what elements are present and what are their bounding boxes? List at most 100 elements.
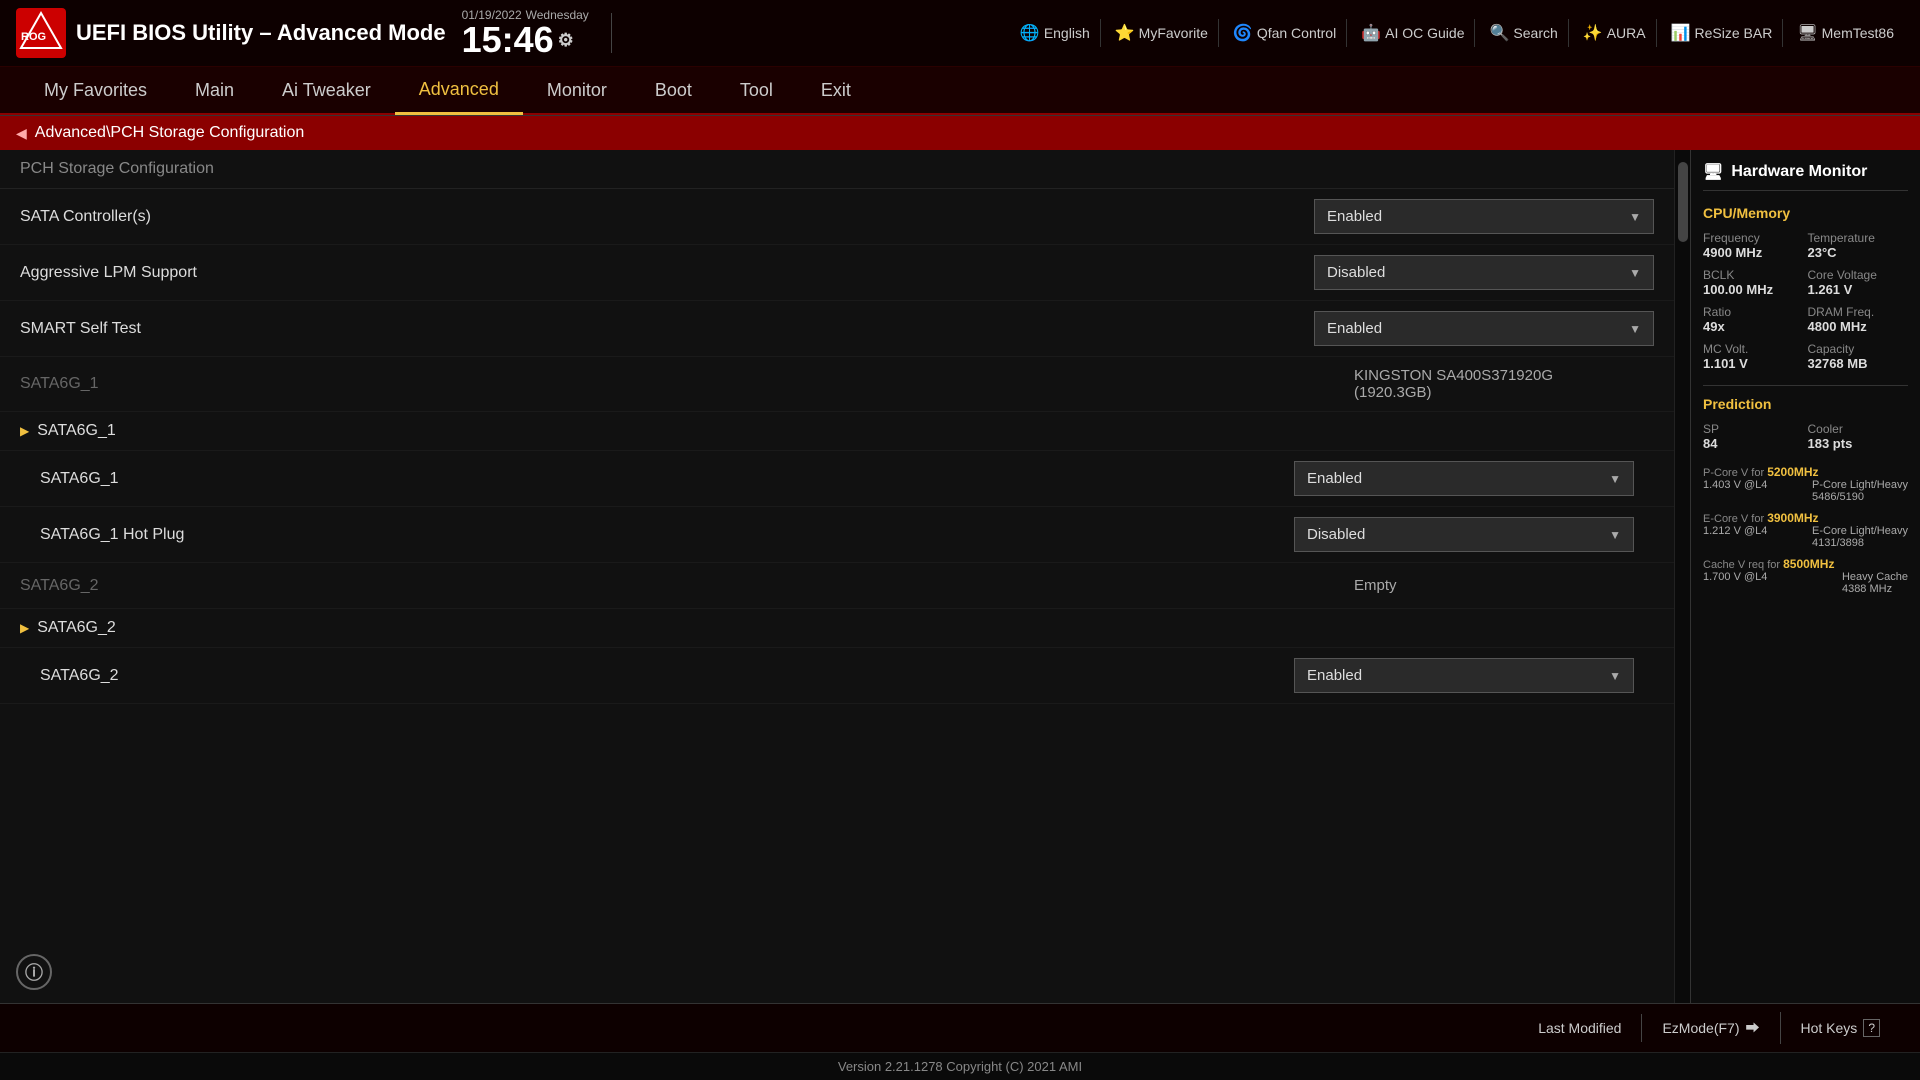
toolbar-resizebar[interactable]: 📊 ReSize BAR (1661, 19, 1784, 47)
group-sata6g1-arrow-icon: ▶ (20, 424, 29, 438)
sata-controllers-label: SATA Controller(s) (20, 208, 1314, 226)
last-modified-btn[interactable]: Last Modified (1518, 1014, 1642, 1042)
dram-freq-label: DRAM Freq. (1808, 305, 1909, 319)
cooler-value: 183 pts (1808, 436, 1909, 451)
section-header: PCH Storage Configuration (0, 150, 1674, 189)
nav-tool[interactable]: Tool (716, 68, 797, 113)
cooler-label: Cooler (1808, 422, 1909, 436)
cache-label: Cache V req for 8500MHz (1703, 557, 1908, 571)
hot-keys-btn[interactable]: Hot Keys ? (1781, 1013, 1901, 1043)
sata6g1-hotplug-dropdown[interactable]: Disabled ▼ (1294, 517, 1634, 552)
bar-icon: 📊 (1671, 23, 1691, 43)
scrollbar-thumb[interactable] (1678, 162, 1688, 242)
toolbar-qfan-label: Qfan Control (1257, 25, 1336, 41)
group-sata6g1-label: SATA6G_1 (37, 422, 116, 440)
ecore-volt: 1.212 V @L4 (1703, 525, 1767, 549)
star-icon: ⭐ (1115, 23, 1135, 43)
ez-mode-btn[interactable]: EzMode(F7) ⮕ (1642, 1012, 1780, 1044)
info-button[interactable]: ⓘ (16, 954, 52, 990)
sata6g1-enable-label: SATA6G_1 (40, 470, 1294, 488)
sata6g2-info-value: Empty (1354, 577, 1654, 594)
pcore-detail-label: P-Core Light/Heavy (1812, 479, 1908, 491)
sata6g2-enable-value: Enabled (1307, 667, 1362, 684)
bclk-value: 100.00 MHz (1703, 282, 1804, 297)
scrollbar[interactable] (1674, 150, 1690, 1004)
pcore-freq: 5200MHz (1767, 465, 1818, 479)
toolbar-aura[interactable]: ✨ AURA (1573, 19, 1657, 47)
cache-freq: 8500MHz (1783, 557, 1834, 571)
main-layout: PCH Storage Configuration SATA Controlle… (0, 150, 1920, 1004)
hw-monitor-panel: 🖥 Hardware Monitor CPU/Memory Frequency … (1690, 150, 1920, 1004)
group-sata6g2[interactable]: ▶ SATA6G_2 (0, 609, 1674, 648)
toolbar-myfavorite[interactable]: ⭐ MyFavorite (1105, 19, 1219, 47)
search-icon: 🔍 (1489, 23, 1509, 43)
sata6g1-enable-dropdown[interactable]: Enabled ▼ (1294, 461, 1634, 496)
cache-detail-label: Heavy Cache (1842, 571, 1908, 583)
sub-setting-sata6g1-enable: SATA6G_1 Enabled ▼ (0, 451, 1674, 507)
monitor-screen-icon: 🖥 (1703, 162, 1723, 182)
smart-label: SMART Self Test (20, 320, 1314, 338)
footer: Last Modified EzMode(F7) ⮕ Hot Keys ? Ve… (0, 1003, 1920, 1080)
footer-bar: Last Modified EzMode(F7) ⮕ Hot Keys ? (0, 1003, 1920, 1052)
sata6g2-enable-dropdown[interactable]: Enabled ▼ (1294, 658, 1634, 693)
smart-arrow-icon: ▼ (1629, 322, 1641, 336)
breadcrumb: ◀ Advanced\PCH Storage Configuration (0, 116, 1920, 150)
capacity-label: Capacity (1808, 342, 1909, 356)
toolbar-aioc[interactable]: 🤖 AI OC Guide (1351, 19, 1475, 47)
bios-time: 15:46 (462, 22, 554, 58)
header-top: ROG UEFI BIOS Utility – Advanced Mode 01… (0, 0, 1920, 67)
sata6g1-info-label: SATA6G_1 (20, 375, 1354, 393)
sata6g1-info-value: KINGSTON SA400S371920G (1920.3GB) (1354, 367, 1654, 401)
toolbar-english-label: English (1044, 25, 1090, 41)
group-sata6g1[interactable]: ▶ SATA6G_1 (0, 412, 1674, 451)
prediction-sp-cooler: SP 84 Cooler 183 pts (1703, 422, 1908, 451)
sata6g1-hotplug-value: Disabled (1307, 526, 1365, 543)
datetime-area: 01/19/2022 Wednesday 15:46 ⚙ (462, 8, 589, 58)
ecore-prediction-row: E-Core V for 3900MHz 1.212 V @L4 E-Core … (1703, 511, 1908, 549)
toolbar-search[interactable]: 🔍 Search (1479, 19, 1568, 47)
sata-controllers-dropdown[interactable]: Enabled ▼ (1314, 199, 1654, 234)
toolbar-english[interactable]: 🌐 English (1010, 19, 1101, 47)
cpu-memory-title: CPU/Memory (1703, 205, 1908, 221)
ecore-detail-label: E-Core Light/Heavy (1812, 525, 1908, 537)
mc-volt-label: MC Volt. (1703, 342, 1804, 356)
nav-myfavorites[interactable]: My Favorites (20, 68, 171, 113)
toolbar-resizebar-label: ReSize BAR (1695, 25, 1773, 41)
setting-row-sata6g2-info: SATA6G_2 Empty (0, 563, 1674, 609)
aggressive-lpm-arrow-icon: ▼ (1629, 266, 1641, 280)
nav-advanced[interactable]: Advanced (395, 67, 523, 115)
aggressive-lpm-dropdown[interactable]: Disabled ▼ (1314, 255, 1654, 290)
temperature-value: 23°C (1808, 245, 1909, 260)
toolbar-qfan[interactable]: 🌀 Qfan Control (1223, 19, 1347, 47)
monitor-icon: 🖥 (1797, 23, 1817, 43)
hw-divider (1703, 385, 1908, 386)
settings-icon[interactable]: ⚙ (558, 31, 574, 49)
cache-detail-value: 4388 MHz (1842, 583, 1908, 595)
nav-monitor[interactable]: Monitor (523, 68, 631, 113)
smart-value: Enabled (1327, 320, 1382, 337)
sata6g1-device-name: KINGSTON SA400S371920G (1354, 367, 1654, 384)
header-toolbar: 🌐 English ⭐ MyFavorite 🌀 Qfan Control 🤖 … (634, 19, 1904, 47)
toolbar-memtest[interactable]: 🖥 MemTest86 (1787, 19, 1904, 47)
setting-row-sata6g1-info: SATA6G_1 KINGSTON SA400S371920G (1920.3G… (0, 357, 1674, 412)
sata6g2-enable-label: SATA6G_2 (40, 667, 1294, 685)
ecore-detail-value: 4131/3898 (1812, 537, 1908, 549)
core-voltage-value: 1.261 V (1808, 282, 1909, 297)
nav-aitweaker[interactable]: Ai Tweaker (258, 68, 395, 113)
hw-monitor-title: 🖥 Hardware Monitor (1703, 162, 1908, 191)
setting-row-sata-controllers: SATA Controller(s) Enabled ▼ (0, 189, 1674, 245)
ecore-freq: 3900MHz (1767, 511, 1818, 525)
nav-menu: My Favorites Main Ai Tweaker Advanced Mo… (0, 67, 1920, 115)
logo-area: ROG UEFI BIOS Utility – Advanced Mode (16, 8, 446, 58)
footer-version: Version 2.21.1278 Copyright (C) 2021 AMI (0, 1052, 1920, 1080)
nav-boot[interactable]: Boot (631, 68, 716, 113)
sata6g1-hotplug-arrow-icon: ▼ (1609, 528, 1621, 542)
breadcrumb-back-icon[interactable]: ◀ (16, 125, 27, 142)
robot-icon: 🤖 (1361, 23, 1381, 43)
aggressive-lpm-label: Aggressive LPM Support (20, 264, 1314, 282)
core-voltage-label: Core Voltage (1808, 268, 1909, 282)
nav-exit[interactable]: Exit (797, 68, 875, 113)
smart-dropdown[interactable]: Enabled ▼ (1314, 311, 1654, 346)
header: ROG UEFI BIOS Utility – Advanced Mode 01… (0, 0, 1920, 116)
nav-main[interactable]: Main (171, 68, 258, 113)
